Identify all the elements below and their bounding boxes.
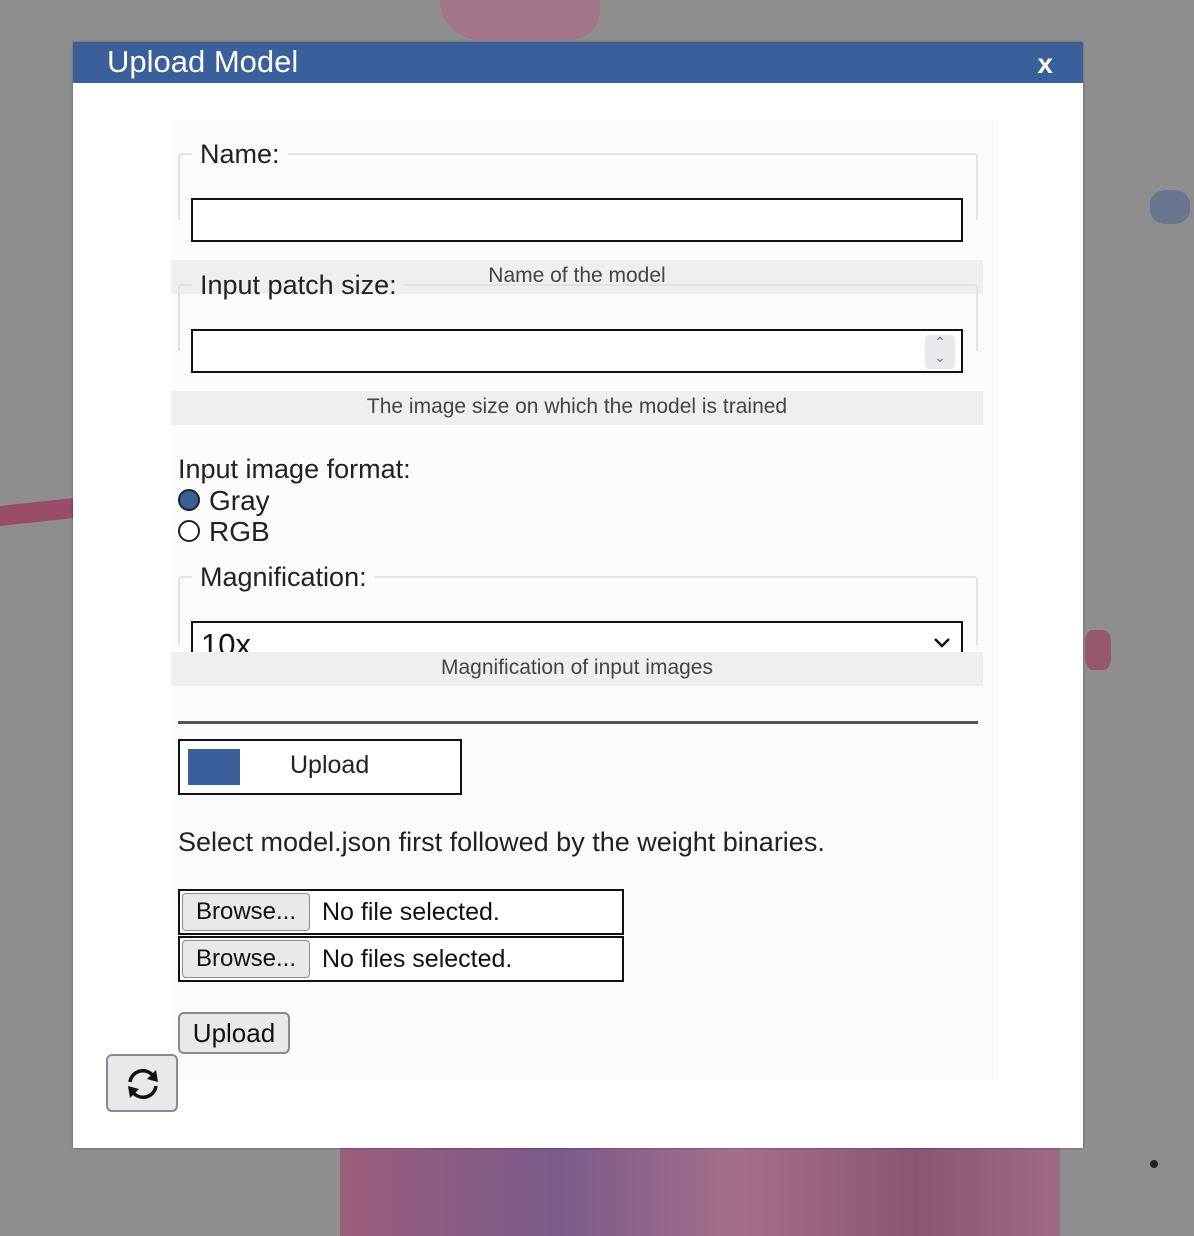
magnification-label: Magnification:: [200, 562, 367, 592]
browse-button[interactable]: Browse...: [182, 940, 310, 978]
file-status: No file selected.: [322, 898, 500, 926]
name-input[interactable]: [191, 198, 963, 242]
number-spinner[interactable]: ⌃ ⌄: [925, 335, 955, 369]
browse-button[interactable]: Browse...: [182, 893, 310, 931]
upload-color-swatch: [188, 749, 240, 785]
dialog-header: Upload Model x: [73, 42, 1083, 83]
divider: [178, 721, 978, 724]
upload-toggle-label: Upload: [290, 751, 370, 779]
name-label: Name:: [200, 139, 280, 169]
background-tissue: [340, 1148, 1060, 1236]
radio-gray[interactable]: [178, 489, 200, 511]
image-format-label: Input image format:: [178, 454, 411, 484]
background-tissue: [440, 0, 600, 40]
chevron-up-icon[interactable]: ⌃: [925, 335, 955, 350]
background-tissue: [1150, 190, 1190, 224]
background-tissue: [0, 498, 74, 526]
weights-file-input[interactable]: Browse... No files selected.: [178, 936, 624, 982]
model-json-file-input[interactable]: Browse... No file selected.: [178, 889, 624, 935]
refresh-button[interactable]: [106, 1054, 178, 1112]
background-tissue: [1085, 630, 1111, 670]
background-tissue: [1150, 1160, 1158, 1168]
radio-rgb-label: RGB: [209, 516, 270, 547]
radio-gray-label: Gray: [209, 485, 270, 516]
upload-model-dialog: Upload Model x Name: Name of the model I…: [73, 42, 1083, 1148]
magnification-fieldset: Magnification: 10x: [178, 562, 978, 665]
patch-size-input[interactable]: ⌃ ⌄: [191, 329, 963, 373]
radio-rgb[interactable]: [178, 520, 200, 542]
upload-toggle-button[interactable]: Upload: [178, 739, 462, 795]
dialog-body: Name: Name of the model Input patch size…: [171, 120, 999, 1080]
file-status: No files selected.: [322, 945, 513, 973]
chevron-down-icon[interactable]: ⌄: [925, 350, 955, 365]
patch-size-label: Input patch size:: [200, 270, 397, 300]
magnification-hint: Magnification of input images: [171, 652, 983, 686]
patch-size-hint: The image size on which the model is tra…: [171, 391, 983, 425]
patch-size-fieldset: Input patch size: ⌃ ⌄: [178, 270, 978, 373]
dialog-title: Upload Model: [107, 44, 299, 79]
upload-submit-button[interactable]: Upload: [178, 1012, 290, 1054]
upload-instructions: Select model.json first followed by the …: [178, 827, 825, 857]
close-icon[interactable]: x: [1037, 48, 1053, 80]
name-fieldset: Name:: [178, 139, 978, 242]
refresh-icon: [128, 1069, 158, 1099]
